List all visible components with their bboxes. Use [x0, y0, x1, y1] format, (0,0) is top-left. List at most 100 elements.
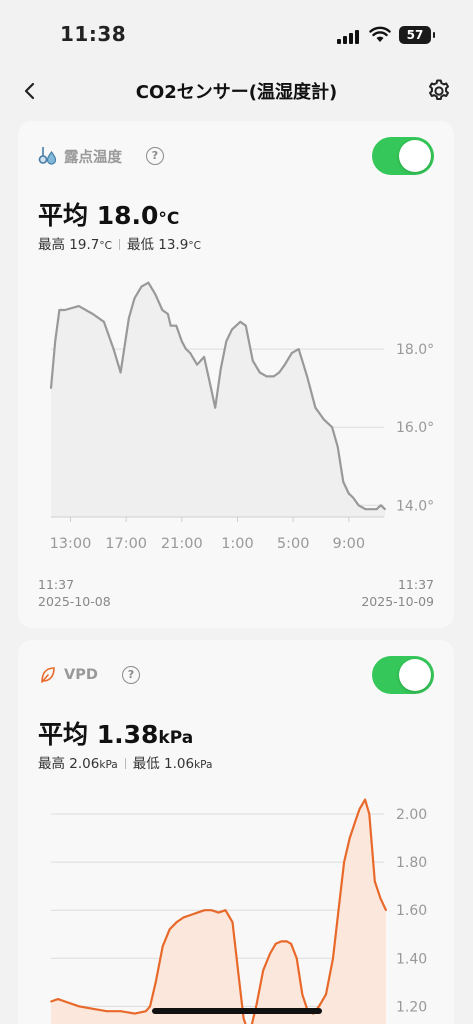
- data-point: [133, 1012, 136, 1015]
- data-point: [217, 911, 220, 914]
- back-button[interactable]: [16, 76, 46, 106]
- data-point: [235, 324, 238, 327]
- x-tick-label: 9:00: [333, 536, 366, 552]
- data-point: [128, 317, 130, 319]
- wifi-icon: [369, 26, 391, 42]
- data-point: [77, 305, 80, 307]
- nav-bar: CO2センサー(温湿度計): [0, 70, 473, 116]
- data-point: [297, 348, 300, 350]
- vpd-card: VPD ? 平均 1.38kPa 最高 2.06kPa 最低 1.06kPa 1.…: [18, 640, 454, 1024]
- data-point: [283, 363, 286, 366]
- data-point: [379, 504, 382, 507]
- data-point: [280, 940, 283, 943]
- data-point: [78, 1005, 80, 1008]
- data-point: [154, 293, 157, 296]
- data-point: [133, 297, 136, 300]
- data-point: [185, 348, 187, 350]
- data-point: [145, 1010, 147, 1013]
- data-point: [103, 320, 105, 323]
- data-point: [364, 508, 367, 511]
- data-point: [379, 897, 382, 900]
- data-point: [337, 909, 340, 912]
- data-point: [385, 909, 387, 912]
- data-point: [255, 1005, 258, 1008]
- battery-icon: 57: [399, 26, 435, 44]
- y-tick-label: 14.0°: [396, 498, 434, 514]
- data-point: [57, 998, 59, 1000]
- y-tick-label: 2.00: [396, 807, 427, 823]
- data-point: [196, 363, 199, 366]
- data-point: [219, 367, 222, 370]
- data-point: [343, 861, 345, 863]
- x-tick-label: 21:00: [161, 536, 203, 552]
- data-point: [175, 324, 178, 327]
- data-point: [325, 993, 327, 996]
- data-point: [161, 309, 164, 311]
- data-point: [149, 1005, 152, 1008]
- status-bar: 11:38 57: [0, 0, 473, 70]
- data-point: [314, 406, 317, 409]
- data-point: [54, 340, 57, 343]
- page-title: CO2センサー(温湿度計): [135, 82, 338, 103]
- y-tick-label: 1.20: [396, 999, 427, 1015]
- x-tick-label: 1:00: [221, 536, 254, 552]
- data-point: [244, 324, 247, 327]
- y-tick-label: 18.0°: [396, 342, 434, 358]
- cellular-signal-icon: [337, 28, 363, 44]
- data-point: [238, 981, 241, 984]
- data-point: [358, 808, 361, 811]
- data-point: [348, 837, 351, 839]
- data-point: [272, 375, 275, 378]
- data-point: [105, 1010, 108, 1013]
- data-point: [189, 914, 192, 916]
- y-tick-label: 16.0°: [396, 420, 434, 436]
- data-point: [364, 798, 366, 801]
- data-point: [239, 320, 242, 323]
- data-point: [182, 916, 185, 919]
- data-point: [331, 426, 333, 429]
- data-point: [332, 957, 334, 960]
- data-point: [368, 813, 371, 815]
- data-point: [322, 418, 325, 421]
- vpd-chart: 1.20 1.40 1.60 1.80 2.00: [50, 798, 427, 1024]
- data-point: [286, 940, 288, 943]
- data-point: [210, 387, 212, 389]
- data-point: [91, 313, 94, 315]
- data-point: [370, 508, 372, 511]
- data-point: [262, 969, 265, 972]
- data-point: [50, 1000, 52, 1003]
- data-point: [214, 406, 217, 409]
- settings-button[interactable]: [424, 76, 454, 106]
- data-point: [180, 340, 183, 343]
- data-point: [336, 445, 339, 448]
- data-point: [251, 359, 254, 362]
- home-indicator[interactable]: [152, 1008, 322, 1014]
- dewpoint-card: 露点温度 ? 平均 18.0°C 最高 19.7°C 最低 13.9°C 14.0…: [18, 121, 454, 628]
- data-point: [64, 309, 66, 311]
- status-time: 11:38: [60, 22, 127, 46]
- data-point: [290, 942, 292, 945]
- data-point: [210, 909, 213, 912]
- data-point: [224, 909, 227, 912]
- data-point: [167, 313, 169, 315]
- data-point: [231, 921, 234, 924]
- data-point: [269, 952, 271, 955]
- data-point: [384, 508, 386, 511]
- data-point: [203, 356, 206, 358]
- x-tick-label: 5:00: [277, 536, 310, 552]
- data-point: [203, 909, 206, 912]
- x-tick-label: 17:00: [105, 536, 147, 552]
- y-tick-label: 1.40: [396, 951, 427, 967]
- data-point: [50, 387, 52, 389]
- data-point: [375, 508, 378, 511]
- data-point: [225, 340, 228, 343]
- data-point: [290, 352, 293, 354]
- data-point: [231, 328, 233, 331]
- data-point: [357, 504, 360, 507]
- data-point: [342, 481, 345, 483]
- data-point: [119, 1010, 122, 1013]
- data-point: [196, 911, 199, 914]
- data-point: [354, 820, 357, 823]
- data-point: [140, 285, 143, 288]
- series-area: [51, 282, 385, 517]
